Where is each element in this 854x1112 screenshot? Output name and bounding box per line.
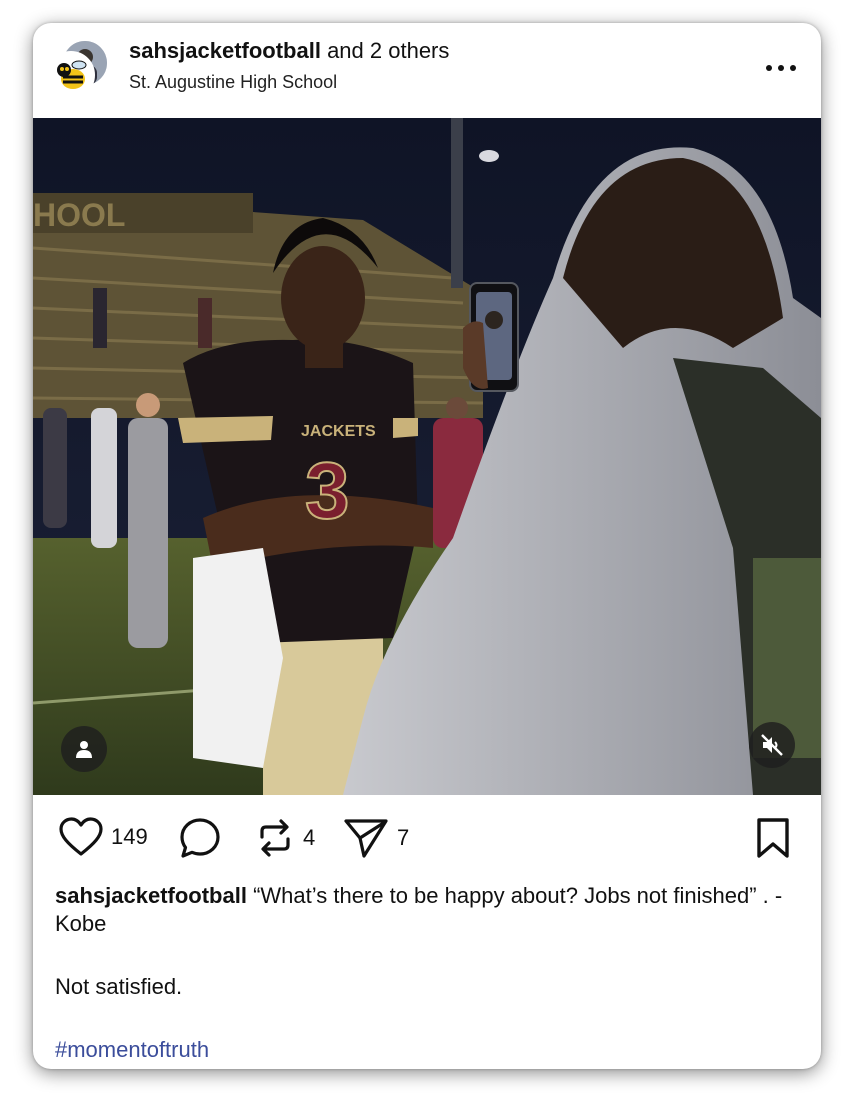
- post-header: sahsjacketfootball and 2 others St. Augu…: [33, 23, 821, 118]
- post-author-username[interactable]: sahsjacketfootball: [129, 38, 321, 63]
- post-photo[interactable]: HOOL JACKETS 3: [33, 118, 821, 795]
- collab-suffix[interactable]: and 2 others: [321, 38, 449, 63]
- hashtag-link[interactable]: #momentoftruth: [55, 1037, 209, 1063]
- mute-toggle-button[interactable]: [749, 722, 795, 768]
- user-tag-icon: [76, 741, 92, 758]
- jersey-number: 3: [305, 446, 350, 535]
- speaker-muted-icon: [761, 734, 783, 756]
- post-caption: sahsjacketfootball “What’s there to be h…: [55, 882, 795, 938]
- caption-line-2: Not satisfied.: [55, 974, 183, 999]
- post-card: sahsjacketfootball and 2 others St. Augu…: [33, 23, 821, 1069]
- post-location[interactable]: St. Augustine High School: [129, 72, 337, 93]
- more-horizontal-icon: [766, 65, 796, 71]
- bookmark-icon: [757, 818, 789, 858]
- comment-icon: [180, 818, 220, 858]
- share-count: 7: [397, 825, 410, 850]
- tagged-people-button[interactable]: [61, 726, 107, 772]
- like-button[interactable]: 149: [59, 817, 148, 857]
- more-options-button[interactable]: [761, 56, 801, 80]
- share-icon: [344, 819, 388, 858]
- repost-count: 4: [303, 825, 316, 850]
- comment-button[interactable]: [179, 817, 221, 859]
- post-author-line[interactable]: sahsjacketfootball and 2 others: [129, 38, 449, 64]
- like-count: 149: [111, 824, 148, 849]
- stadium-sign: HOOL: [33, 197, 125, 233]
- avatar-yellowjacket-logo: [47, 51, 95, 99]
- share-button[interactable]: 7: [343, 817, 409, 859]
- repost-icon: [260, 819, 290, 857]
- post-actions-bar: 149 4 7: [33, 795, 821, 885]
- heart-icon: [59, 817, 103, 856]
- bookmark-button[interactable]: [755, 817, 791, 859]
- caption-username[interactable]: sahsjacketfootball: [55, 883, 247, 908]
- jersey-text: JACKETS: [301, 423, 376, 440]
- repost-button[interactable]: 4: [255, 817, 315, 859]
- avatar-stack[interactable]: [47, 39, 109, 99]
